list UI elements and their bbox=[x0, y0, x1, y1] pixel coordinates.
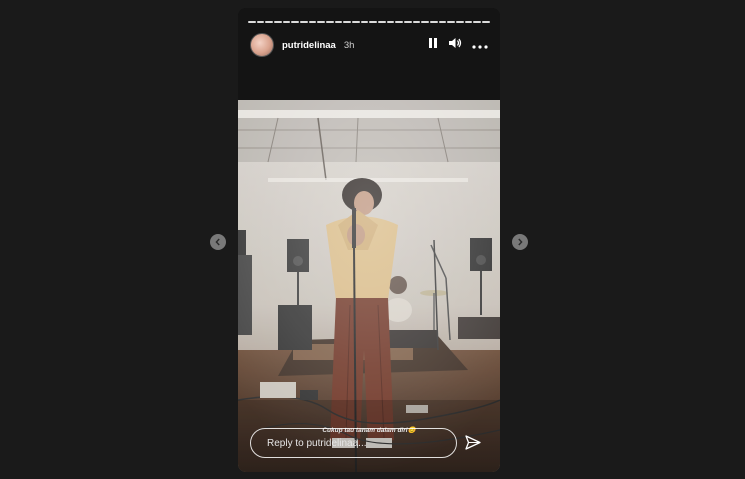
progress-segment bbox=[412, 21, 421, 23]
progress-segment bbox=[334, 21, 343, 23]
progress-segment bbox=[326, 21, 334, 23]
progress-segment bbox=[274, 21, 282, 23]
progress-segment bbox=[360, 21, 369, 23]
progress-segment bbox=[256, 21, 265, 23]
mute-button[interactable] bbox=[448, 36, 462, 54]
story-viewer: putridelinaa 3h Cukup tau tanam dalam di… bbox=[238, 8, 500, 472]
story-image bbox=[238, 100, 500, 472]
progress-segment bbox=[386, 21, 395, 23]
story-photo[interactable] bbox=[238, 100, 500, 472]
progress-segment bbox=[343, 21, 352, 23]
progress-segment bbox=[404, 21, 412, 23]
progress-segment bbox=[352, 21, 360, 23]
progress-segment bbox=[378, 21, 386, 23]
chevron-left-icon bbox=[215, 238, 220, 246]
story-header: putridelinaa 3h bbox=[250, 33, 488, 57]
avatar[interactable] bbox=[250, 33, 274, 57]
progress-segment bbox=[464, 21, 473, 23]
send-button[interactable] bbox=[464, 434, 482, 457]
progress-segment bbox=[438, 21, 447, 23]
progress-segment bbox=[369, 21, 378, 23]
progress-segment bbox=[308, 21, 317, 23]
progress-segment bbox=[430, 21, 438, 23]
nav-next-button[interactable] bbox=[512, 234, 528, 250]
pause-icon bbox=[429, 38, 437, 48]
progress-segment bbox=[282, 21, 291, 23]
progress-segment bbox=[300, 21, 308, 23]
username[interactable]: putridelinaa bbox=[282, 40, 336, 51]
progress-segment bbox=[447, 21, 456, 23]
story-controls bbox=[428, 36, 488, 54]
progress-segment bbox=[317, 21, 326, 23]
progress-segment bbox=[456, 21, 464, 23]
chevron-right-icon bbox=[518, 238, 523, 246]
story-progress-bar bbox=[248, 21, 490, 23]
nav-prev-button[interactable] bbox=[210, 234, 226, 250]
progress-segment bbox=[395, 21, 404, 23]
reply-box[interactable] bbox=[250, 428, 457, 458]
reply-input[interactable] bbox=[267, 437, 447, 449]
progress-segment bbox=[265, 21, 274, 23]
volume-icon bbox=[449, 38, 462, 48]
more-icon bbox=[472, 45, 488, 49]
time-ago: 3h bbox=[343, 39, 355, 51]
progress-segment bbox=[291, 21, 300, 23]
progress-segment bbox=[248, 21, 256, 23]
send-icon bbox=[465, 435, 481, 450]
more-options-button[interactable] bbox=[472, 36, 488, 54]
progress-segment bbox=[482, 21, 490, 23]
pause-button[interactable] bbox=[428, 36, 438, 54]
progress-segment bbox=[421, 21, 430, 23]
progress-segment bbox=[473, 21, 482, 23]
